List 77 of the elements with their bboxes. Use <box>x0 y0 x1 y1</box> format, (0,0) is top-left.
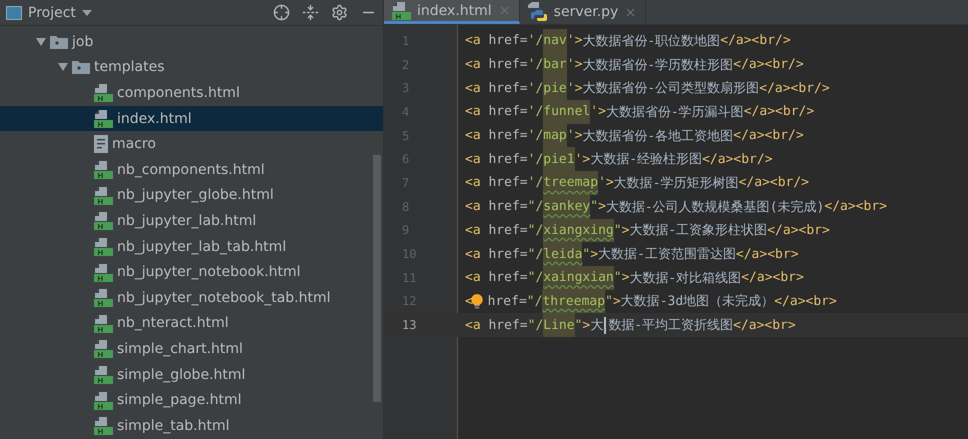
python-file-icon <box>528 2 548 22</box>
html-file-icon <box>94 390 113 410</box>
file-name: components.html <box>117 84 240 101</box>
file-name: nb_jupyter_notebook.html <box>117 264 301 280</box>
file-name: job <box>72 34 94 50</box>
html-file-icon <box>94 186 113 205</box>
tree-item[interactable]: simple_tab.html <box>0 412 383 438</box>
tree-item[interactable]: simple_globe.html <box>0 362 383 388</box>
file-name: nb_jupyter_lab.html <box>117 212 256 229</box>
file-name: simple_chart.html <box>117 340 243 357</box>
code-line: <a href='/pie1'>大数据-经验柱形图</a><br/> <box>458 147 773 172</box>
code-line: <a href="/leida">大数据-工资范围雷达图</a><br> <box>458 242 799 266</box>
tree-item[interactable]: nb_jupyter_notebook.html <box>0 259 383 285</box>
expanded-arrow-icon[interactable] <box>58 62 68 72</box>
text-caret <box>604 316 606 334</box>
file-name: macro <box>112 136 156 152</box>
tree-item[interactable]: nb_jupyter_lab.html <box>0 208 383 234</box>
tree-item[interactable]: nb_jupyter_lab_tab.html <box>0 234 383 260</box>
tree-item[interactable]: nb_jupyter_notebook_tab.html <box>0 284 383 311</box>
file-name: nb_jupyter_lab_tab.html <box>117 238 286 255</box>
code-editor[interactable] <box>384 25 968 439</box>
file-name: nb_nteract.html <box>117 315 229 332</box>
window-icon <box>6 6 22 20</box>
html-file-icon <box>94 211 113 230</box>
html-file-icon <box>94 160 113 180</box>
scrollbar[interactable] <box>373 155 381 402</box>
code-line: <a href='/pie'>大数据省份-公司类型数扇形图</a><br/> <box>458 76 830 100</box>
locate-icon[interactable] <box>273 4 290 21</box>
tree-item[interactable]: job <box>0 29 383 55</box>
panel-title[interactable]: Project <box>28 4 76 20</box>
tree-item[interactable]: nb_nteract.html <box>0 310 383 336</box>
editor-tab[interactable]: index.html <box>384 0 520 24</box>
code-line: <a href='/bar'>大数据省份-学历数柱形图</a><br/> <box>458 52 804 76</box>
tree-item[interactable]: templates <box>0 54 383 80</box>
html-file-icon <box>94 237 113 256</box>
tree-item[interactable]: nb_components.html <box>0 156 383 183</box>
settings-icon[interactable] <box>331 4 348 21</box>
code-line: <a href="/xiangxing">大数据-工资象形柱状图</a><br> <box>458 218 830 242</box>
line-number: 13 <box>401 318 418 332</box>
tree-item[interactable]: simple_chart.html <box>0 336 383 362</box>
expanded-arrow-icon[interactable] <box>36 36 46 47</box>
file-name: templates <box>94 59 164 76</box>
file-name: simple_page.html <box>117 392 242 408</box>
code-line: <a href="/xaingxian">大数据-对比箱线图</a><br> <box>458 266 804 290</box>
html-file-icon <box>94 288 113 308</box>
html-file-icon <box>94 109 113 128</box>
tree-item[interactable]: simple_page.html <box>0 387 383 413</box>
html-file-icon <box>392 1 411 20</box>
file-name: index.html <box>117 110 192 127</box>
editor-tab[interactable]: server.py <box>520 0 646 24</box>
html-file-icon <box>94 314 113 333</box>
file-name: nb_components.html <box>117 162 265 178</box>
tree-item[interactable]: macro <box>0 131 383 157</box>
folder-icon <box>50 34 68 49</box>
html-file-icon <box>94 83 113 102</box>
file-name: nb_jupyter_notebook_tab.html <box>117 290 331 306</box>
html-file-icon <box>94 262 113 282</box>
code-line: <a href="/sankey">大数据-公司人数规模桑基图(未完成)</a><br> <box>458 194 888 218</box>
html-file-icon <box>94 365 113 384</box>
dropdown-caret-icon[interactable] <box>82 10 92 16</box>
code-line: < href="/threemap">大数据-3d地图（未完成）</a><br> <box>458 290 837 314</box>
file-name: simple_tab.html <box>117 418 230 434</box>
folder-icon <box>72 60 90 74</box>
html-file-icon <box>94 339 113 358</box>
file-name: simple_globe.html <box>117 366 246 383</box>
code-line: <a href="/Line">大 数据-平均工资折线图</a><br> <box>458 313 796 337</box>
text-file-icon <box>94 135 108 154</box>
collapse-all-icon[interactable] <box>302 4 319 21</box>
tree-item[interactable]: nb_jupyter_globe.html <box>0 182 383 208</box>
tree-item[interactable]: index.html <box>0 106 383 132</box>
code-line: <a href='/nav'>大数据省份-职位数地图</a><br/> <box>458 29 791 53</box>
tree-item[interactable]: components.html <box>0 80 383 106</box>
code-line: <a href='/map'>大数据省份-各地工资地图</a><br/> <box>458 124 804 148</box>
code-line: <a href='/funnel'>大数据省份-学历漏斗图</a><br/> <box>458 100 814 124</box>
html-file-icon <box>94 416 113 436</box>
file-name: nb_jupyter_globe.html <box>117 187 274 204</box>
code-line: <a href='/treemap'>大数据-学历矩形树图</a><br/> <box>458 171 810 195</box>
